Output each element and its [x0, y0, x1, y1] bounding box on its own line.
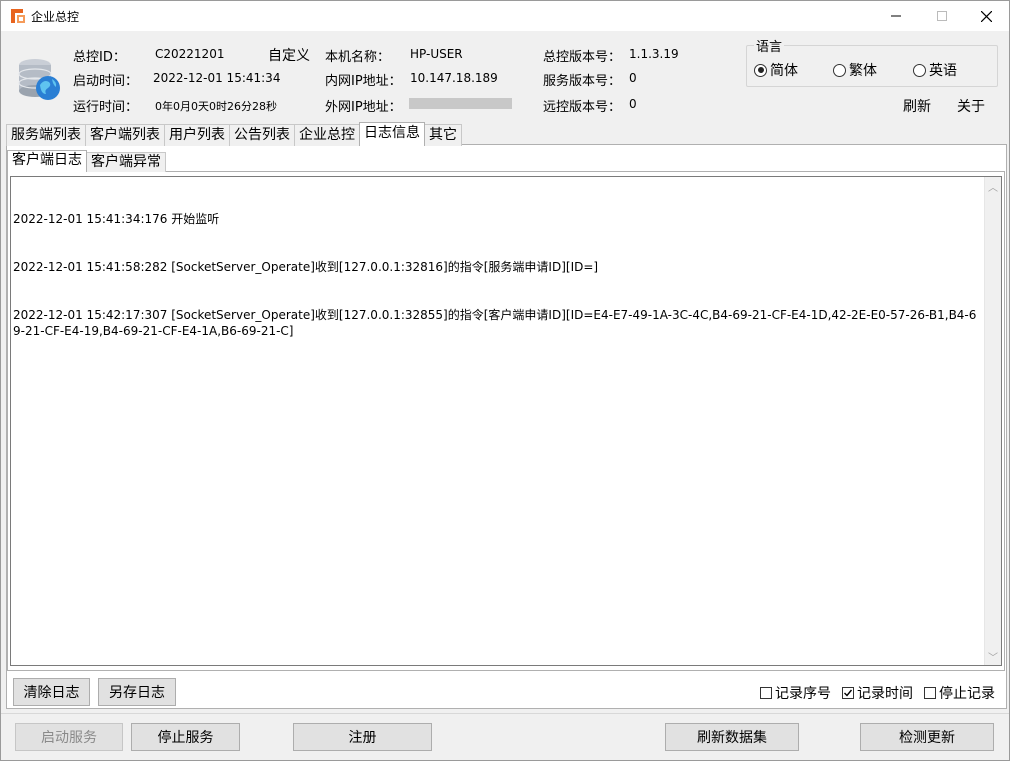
service-version-label: 服务版本号：: [543, 74, 622, 89]
tab-log-info[interactable]: 日志信息: [359, 122, 425, 146]
stop-recording-checkbox[interactable]: 停止记录: [924, 683, 995, 703]
host-name-label: 本机名称：: [325, 50, 391, 65]
start-service-button[interactable]: 启动服务: [15, 723, 123, 751]
language-legend: 语言: [754, 36, 785, 55]
title-bar: 企业总控: [1, 1, 1009, 31]
tab-server-list[interactable]: 服务端列表: [6, 124, 86, 146]
checkbox-label: 记录序号: [775, 686, 831, 702]
checkbox-label: 停止记录: [939, 686, 995, 702]
master-id-label: 总控ID：: [73, 50, 126, 65]
run-time-label: 运行时间：: [73, 100, 139, 115]
tab-enterprise-control[interactable]: 企业总控: [294, 124, 360, 146]
checkbox-label: 记录时间: [857, 686, 913, 702]
register-button[interactable]: 注册: [293, 723, 432, 751]
master-version-value: 1.1.3.19: [629, 47, 679, 61]
log-line: 2022-12-01 15:41:34:176 开始监听: [13, 212, 220, 226]
host-name-value: HP-USER: [410, 47, 463, 61]
language-radio-simplified[interactable]: 简体: [754, 60, 798, 80]
checkbox-unchecked-icon: [924, 687, 936, 699]
window-title: 企业总控: [31, 10, 80, 24]
log-line: 2022-12-01 15:42:17:307 [SocketServer_Op…: [13, 308, 977, 338]
refresh-link[interactable]: 刷新: [903, 96, 931, 116]
record-time-checkbox[interactable]: 记录时间: [842, 683, 913, 703]
check-update-button[interactable]: 检测更新: [860, 723, 994, 751]
radio-unchecked-icon: [833, 63, 846, 77]
log-subtabs: 客户端日志 客户端异常: [7, 150, 166, 172]
service-version-value: 0: [629, 71, 637, 85]
wan-ip-value-redacted: [409, 98, 512, 109]
language-radio-traditional[interactable]: 繁体: [833, 60, 877, 80]
tab-client-list[interactable]: 客户端列表: [85, 124, 165, 146]
minimize-icon: [891, 15, 901, 17]
scroll-up-icon[interactable]: ︿: [985, 178, 1001, 194]
log-line: 2022-12-01 15:41:58:282 [SocketServer_Op…: [13, 260, 599, 274]
checkbox-unchecked-icon: [760, 687, 772, 699]
language-option-label: 简体: [770, 63, 798, 79]
maximize-button[interactable]: [919, 1, 965, 31]
custom-label[interactable]: 自定义: [268, 45, 310, 65]
language-option-label: 英语: [929, 63, 957, 79]
tab-user-list[interactable]: 用户列表: [164, 124, 230, 146]
record-sequence-checkbox[interactable]: 记录序号: [760, 683, 831, 703]
tab-client-exception[interactable]: 客户端异常: [86, 152, 166, 172]
remote-version-label: 远控版本号：: [543, 100, 622, 115]
master-id-value: C20221201: [155, 47, 225, 61]
separator-line: [1, 713, 1009, 714]
vertical-scrollbar[interactable]: ︿ ﹀: [984, 177, 1001, 665]
lan-ip-value: 10.147.18.189: [410, 71, 498, 85]
log-content: 2022-12-01 15:41:34:176 开始监听 2022-12-01 …: [13, 179, 983, 371]
refresh-dataset-button[interactable]: 刷新数据集: [665, 723, 799, 751]
app-logo-icon: [10, 8, 26, 24]
main-tabs: 服务端列表 客户端列表 用户列表 公告列表 企业总控 日志信息 其它: [6, 122, 462, 146]
log-textarea[interactable]: 2022-12-01 15:41:34:176 开始监听 2022-12-01 …: [10, 176, 1002, 666]
main-window: 企业总控 总控ID： C20221201 自定义 本机名称： HP-USER 总…: [0, 0, 1010, 761]
minimize-button[interactable]: [873, 1, 919, 31]
master-version-label: 总控版本号：: [543, 50, 622, 65]
stop-service-button[interactable]: 停止服务: [131, 723, 240, 751]
maximize-icon: [937, 11, 947, 21]
clear-log-button[interactable]: 清除日志: [13, 678, 90, 706]
checkbox-checked-icon: [842, 687, 854, 699]
scroll-down-icon[interactable]: ﹀: [985, 648, 1001, 664]
tab-notice-list[interactable]: 公告列表: [229, 124, 295, 146]
tab-client-log[interactable]: 客户端日志: [7, 150, 87, 172]
start-time-label: 启动时间：: [73, 74, 139, 89]
about-link[interactable]: 关于: [957, 96, 985, 116]
close-button[interactable]: [963, 1, 1009, 31]
radio-checked-icon: [754, 63, 767, 77]
tab-other[interactable]: 其它: [424, 124, 462, 146]
remote-version-value: 0: [629, 97, 637, 111]
run-time-value: 0年0月0天0时26分28秒: [155, 100, 277, 113]
language-radio-english[interactable]: 英语: [913, 60, 957, 80]
save-log-as-button[interactable]: 另存日志: [98, 678, 176, 706]
database-globe-icon: [15, 55, 65, 105]
language-option-label: 繁体: [849, 63, 877, 79]
radio-unchecked-icon: [913, 63, 926, 77]
lan-ip-label: 内网IP地址：: [325, 74, 402, 89]
close-icon: [980, 10, 992, 22]
wan-ip-label: 外网IP地址：: [325, 100, 402, 115]
start-time-value: 2022-12-01 15:41:34: [153, 71, 281, 85]
